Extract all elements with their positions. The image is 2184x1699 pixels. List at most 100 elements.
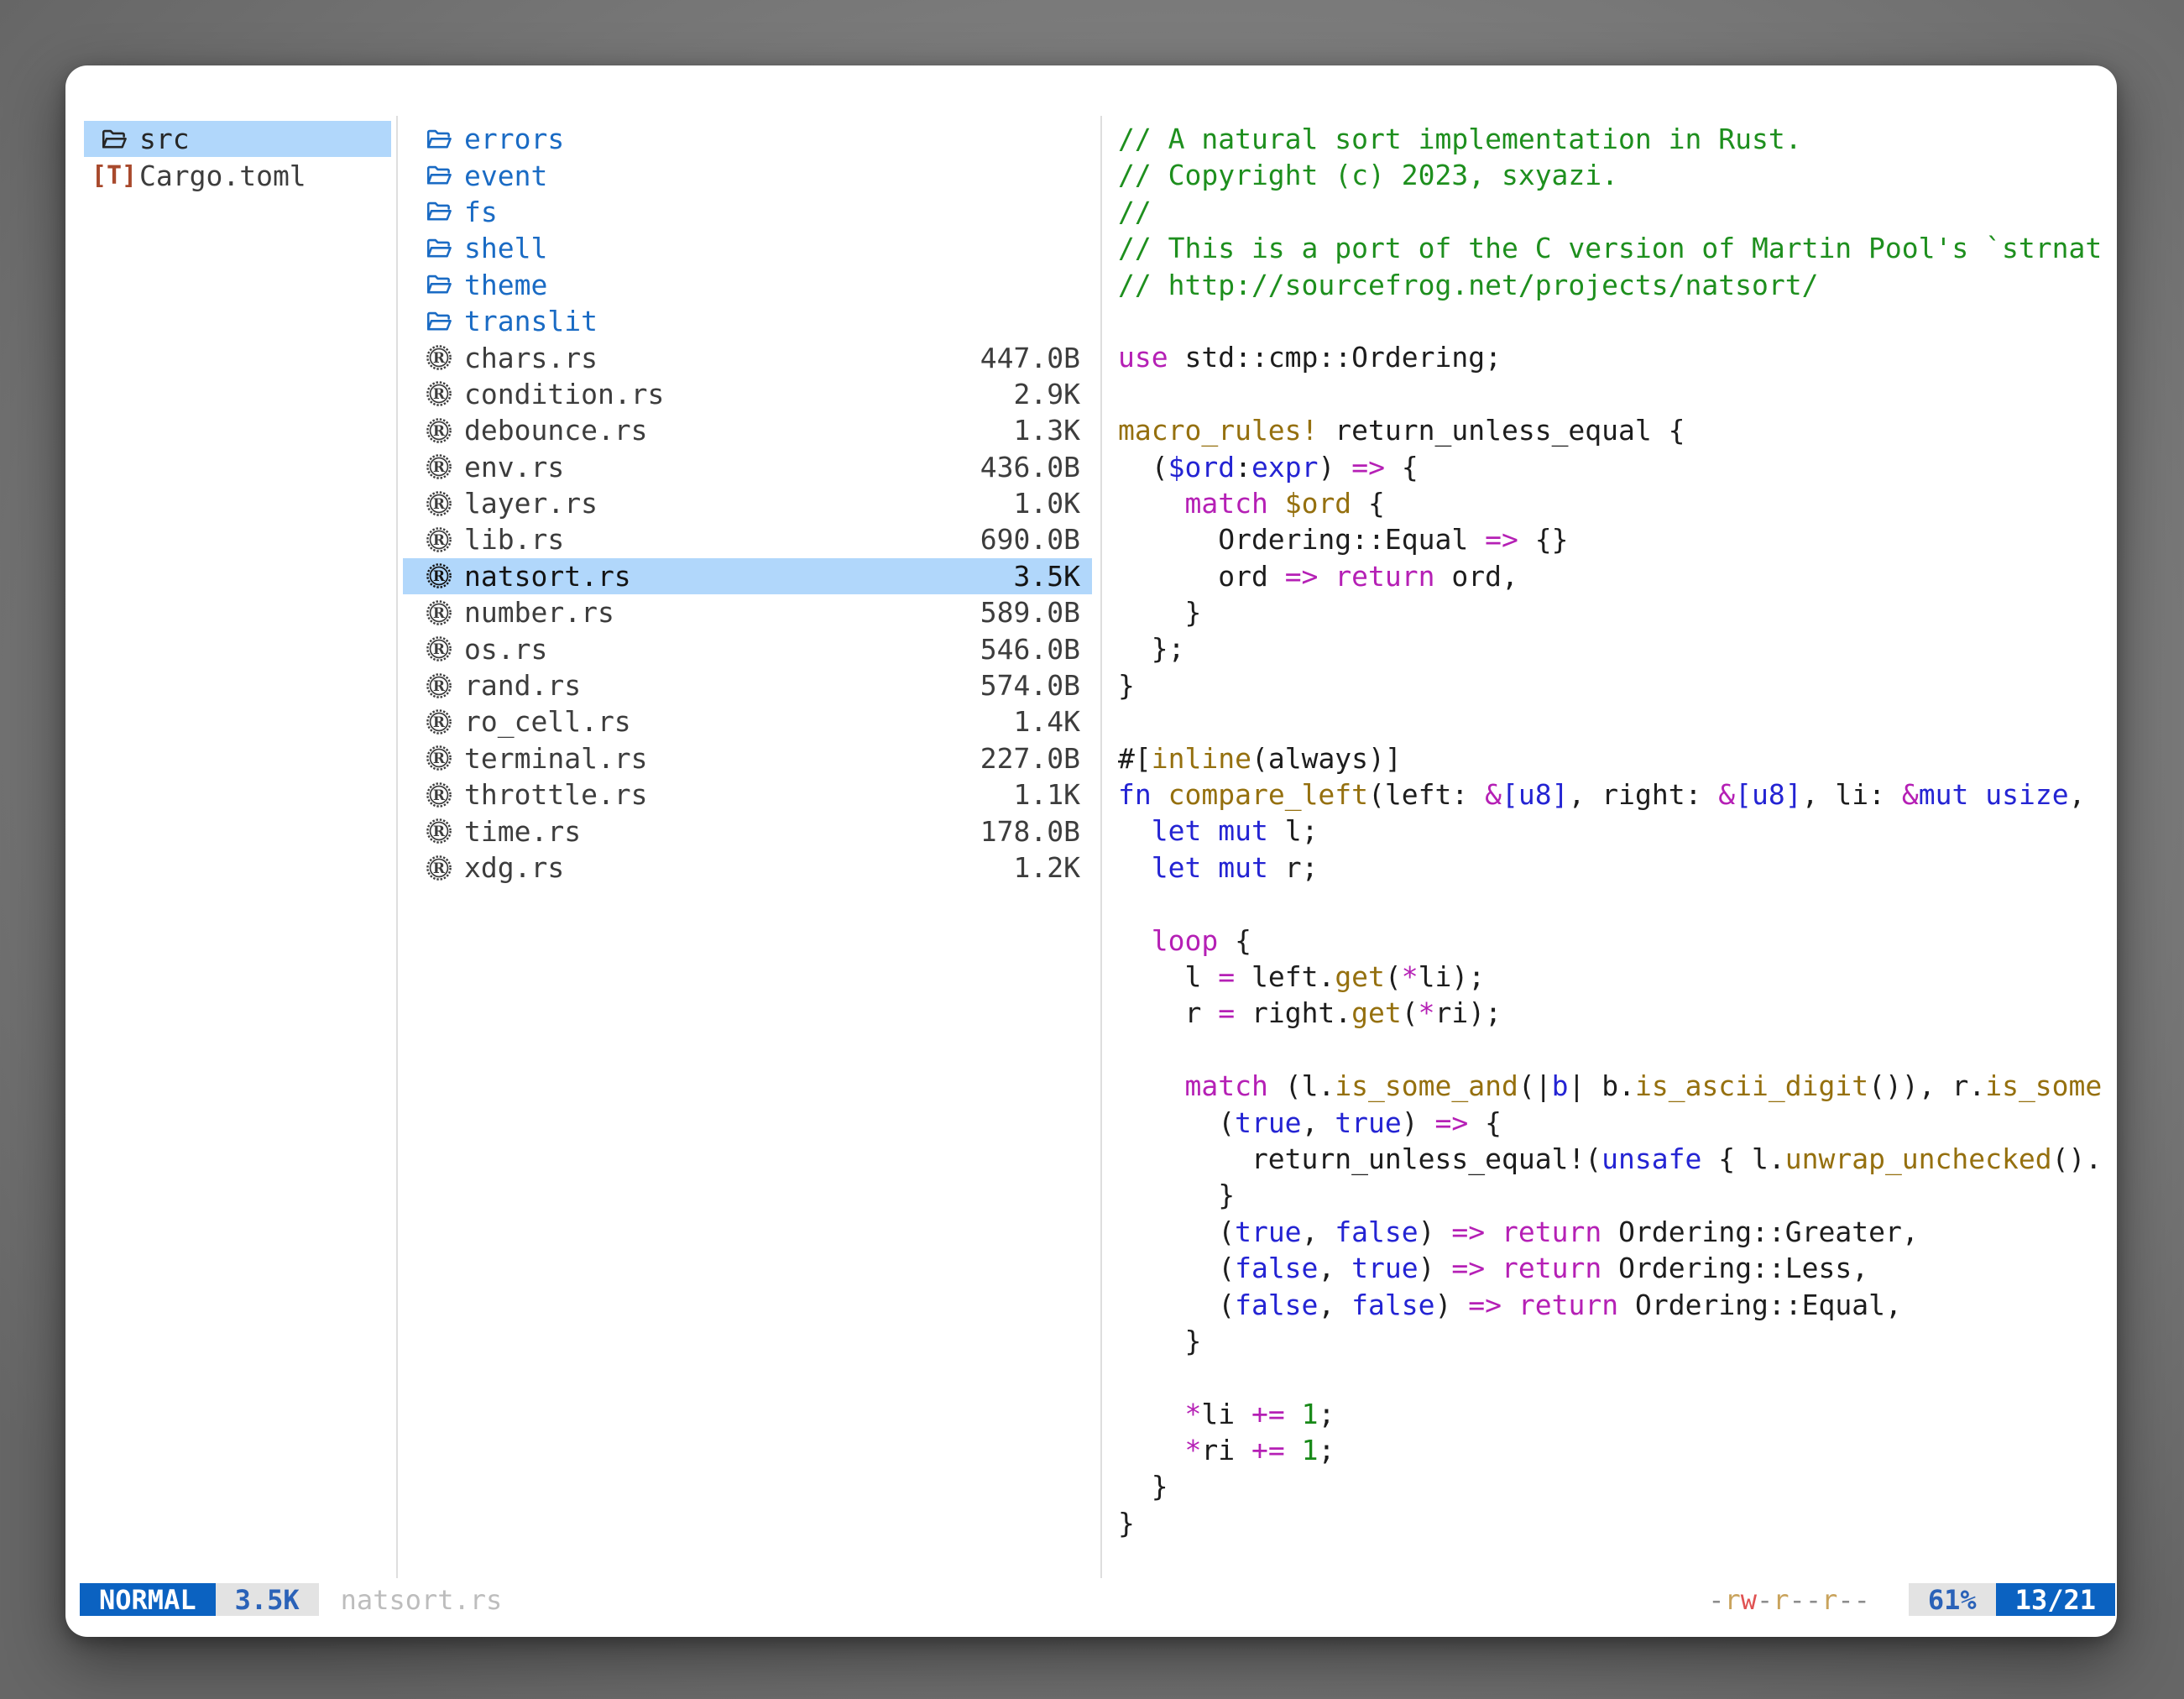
code-line: };	[1118, 630, 2117, 667]
file-item-label: chars.rs	[464, 342, 598, 374]
file-item-size: 178.0B	[980, 815, 1092, 848]
file-item-label: lib.rs	[464, 523, 564, 556]
file-item-env.rs[interactable]: Renv.rs 436.0B	[403, 449, 1092, 485]
code-line: match $ord {	[1118, 485, 2117, 521]
file-item-label: number.rs	[464, 596, 614, 629]
code-line: let mut l;	[1118, 813, 2117, 849]
dir-item-label: translit	[464, 305, 598, 337]
file-item-size: 1.3K	[1014, 414, 1092, 447]
svg-text:R: R	[433, 569, 446, 586]
dir-item-label: theme	[464, 269, 547, 301]
parent-item-src[interactable]: src	[84, 121, 391, 157]
file-item-size: 574.0B	[980, 669, 1092, 702]
file-item-size: 2.9K	[1014, 378, 1092, 410]
parent-item-label: src	[139, 123, 190, 155]
file-item-label: rand.rs	[464, 669, 581, 702]
file-item-size: 447.0B	[980, 342, 1092, 374]
file-item-size: 690.0B	[980, 523, 1092, 556]
file-item-label: layer.rs	[464, 487, 598, 520]
yazi-file-manager-window: src[T]Cargo.toml errorseventfsshell theme…	[65, 65, 2117, 1637]
file-size-badge: 3.5K	[216, 1583, 319, 1616]
rust-icon: R	[424, 853, 454, 883]
file-preview-pane[interactable]: // A natural sort implementation in Rust…	[1118, 121, 2117, 1545]
file-item-layer.rs[interactable]: Rlayer.rs 1.0K	[403, 485, 1092, 521]
file-item-label: os.rs	[464, 633, 547, 666]
rust-icon: R	[424, 707, 454, 737]
file-item-terminal.rs[interactable]: Rterminal.rs227.0B	[403, 740, 1092, 776]
rust-icon: R	[424, 342, 454, 373]
svg-text:R: R	[433, 423, 446, 440]
file-item-size: 3.5K	[1014, 560, 1092, 593]
file-item-label: env.rs	[464, 451, 564, 484]
file-item-label: time.rs	[464, 815, 581, 848]
rust-icon: R	[424, 452, 454, 482]
code-line: (true, false) => return Ordering::Greate…	[1118, 1214, 2117, 1250]
file-item-size: 1.4K	[1014, 705, 1092, 738]
dir-item-translit[interactable]: translit	[403, 303, 1092, 339]
folder-open-icon	[424, 160, 454, 191]
svg-text:R: R	[433, 605, 446, 622]
code-line: use std::cmp::Ordering;	[1118, 339, 2117, 375]
file-item-number.rs[interactable]: Rnumber.rs589.0B	[403, 594, 1092, 630]
rust-icon: R	[424, 489, 454, 519]
file-item-label: natsort.rs	[464, 560, 631, 593]
file-item-ro_cell.rs[interactable]: Rro_cell.rs1.4K	[403, 703, 1092, 740]
file-item-condition.rs[interactable]: Rcondition.rs 2.9K	[403, 376, 1092, 412]
code-line	[1118, 376, 2117, 412]
code-line	[1118, 703, 2117, 740]
file-item-rand.rs[interactable]: Rrand.rs 574.0B	[403, 667, 1092, 703]
code-line: Ordering::Equal => {}	[1118, 521, 2117, 557]
svg-text:R: R	[433, 860, 446, 877]
rust-icon: R	[424, 634, 454, 664]
status-bar: NORMAL 3.5K natsort.rs -rw-r--r-- 61% 13…	[80, 1583, 2115, 1616]
file-item-label: condition.rs	[464, 378, 664, 410]
code-line: // This is a port of the C version of Ma…	[1118, 230, 2117, 266]
dir-item-theme[interactable]: theme	[403, 267, 1092, 303]
file-item-debounce.rs[interactable]: Rdebounce.rs1.3K	[403, 412, 1092, 448]
code-line: ord => return ord,	[1118, 558, 2117, 594]
rust-icon: R	[424, 816, 454, 846]
scroll-percent-badge: 61%	[1909, 1583, 1996, 1616]
code-line: }	[1118, 594, 2117, 630]
dir-item-label: shell	[464, 232, 547, 264]
svg-text:R: R	[433, 678, 446, 695]
code-line: (true, true) => {	[1118, 1105, 2117, 1141]
folder-open-icon	[424, 196, 454, 227]
status-right-group: -rw-r--r-- 61% 13/21	[1708, 1583, 2115, 1616]
code-line: *li += 1;	[1118, 1396, 2117, 1432]
file-item-natsort.rs[interactable]: Rnatsort.rs 3.5K	[403, 558, 1092, 594]
code-line: loop {	[1118, 923, 2117, 959]
dir-item-fs[interactable]: fs	[403, 194, 1092, 230]
svg-text:R: R	[433, 387, 446, 404]
file-item-xdg.rs[interactable]: Rxdg.rs1.2K	[403, 850, 1092, 886]
code-line: *ri += 1;	[1118, 1432, 2117, 1468]
file-item-size: 436.0B	[980, 451, 1092, 484]
code-line: }	[1118, 1505, 2117, 1541]
folder-open-icon	[424, 269, 454, 300]
svg-text:R: R	[433, 459, 446, 476]
code-line: let mut r;	[1118, 850, 2117, 886]
dir-item-label: errors	[464, 123, 564, 155]
file-item-os.rs[interactable]: Ros.rs546.0B	[403, 630, 1092, 667]
dir-item-event[interactable]: event	[403, 157, 1092, 193]
file-item-size: 1.0K	[1014, 487, 1092, 520]
file-item-throttle.rs[interactable]: Rthrottle.rs1.1K	[403, 776, 1092, 813]
code-line	[1118, 1359, 2117, 1395]
code-line	[1118, 303, 2117, 339]
parent-item-Cargo.toml[interactable]: [T]Cargo.toml	[84, 157, 391, 193]
dir-item-errors[interactable]: errors	[403, 121, 1092, 157]
rust-icon: R	[424, 561, 454, 591]
code-line: match (l.is_some_and(|b| b.is_ascii_digi…	[1118, 1068, 2117, 1104]
folder-open-icon	[424, 233, 454, 264]
svg-text:R: R	[433, 496, 446, 513]
status-file-name: natsort.rs	[341, 1583, 503, 1616]
code-line: (false, false) => return Ordering::Equal…	[1118, 1287, 2117, 1323]
file-item-chars.rs[interactable]: Rchars.rs 447.0B	[403, 339, 1092, 375]
rust-icon: R	[424, 525, 454, 555]
code-line: // Copyright (c) 2023, sxyazi.	[1118, 157, 2117, 193]
rust-icon: R	[424, 416, 454, 446]
parent-directory-pane: src[T]Cargo.toml	[84, 121, 391, 194]
file-item-time.rs[interactable]: Rtime.rs 178.0B	[403, 813, 1092, 849]
dir-item-shell[interactable]: shell	[403, 230, 1092, 266]
file-item-lib.rs[interactable]: Rlib.rs 690.0B	[403, 521, 1092, 557]
